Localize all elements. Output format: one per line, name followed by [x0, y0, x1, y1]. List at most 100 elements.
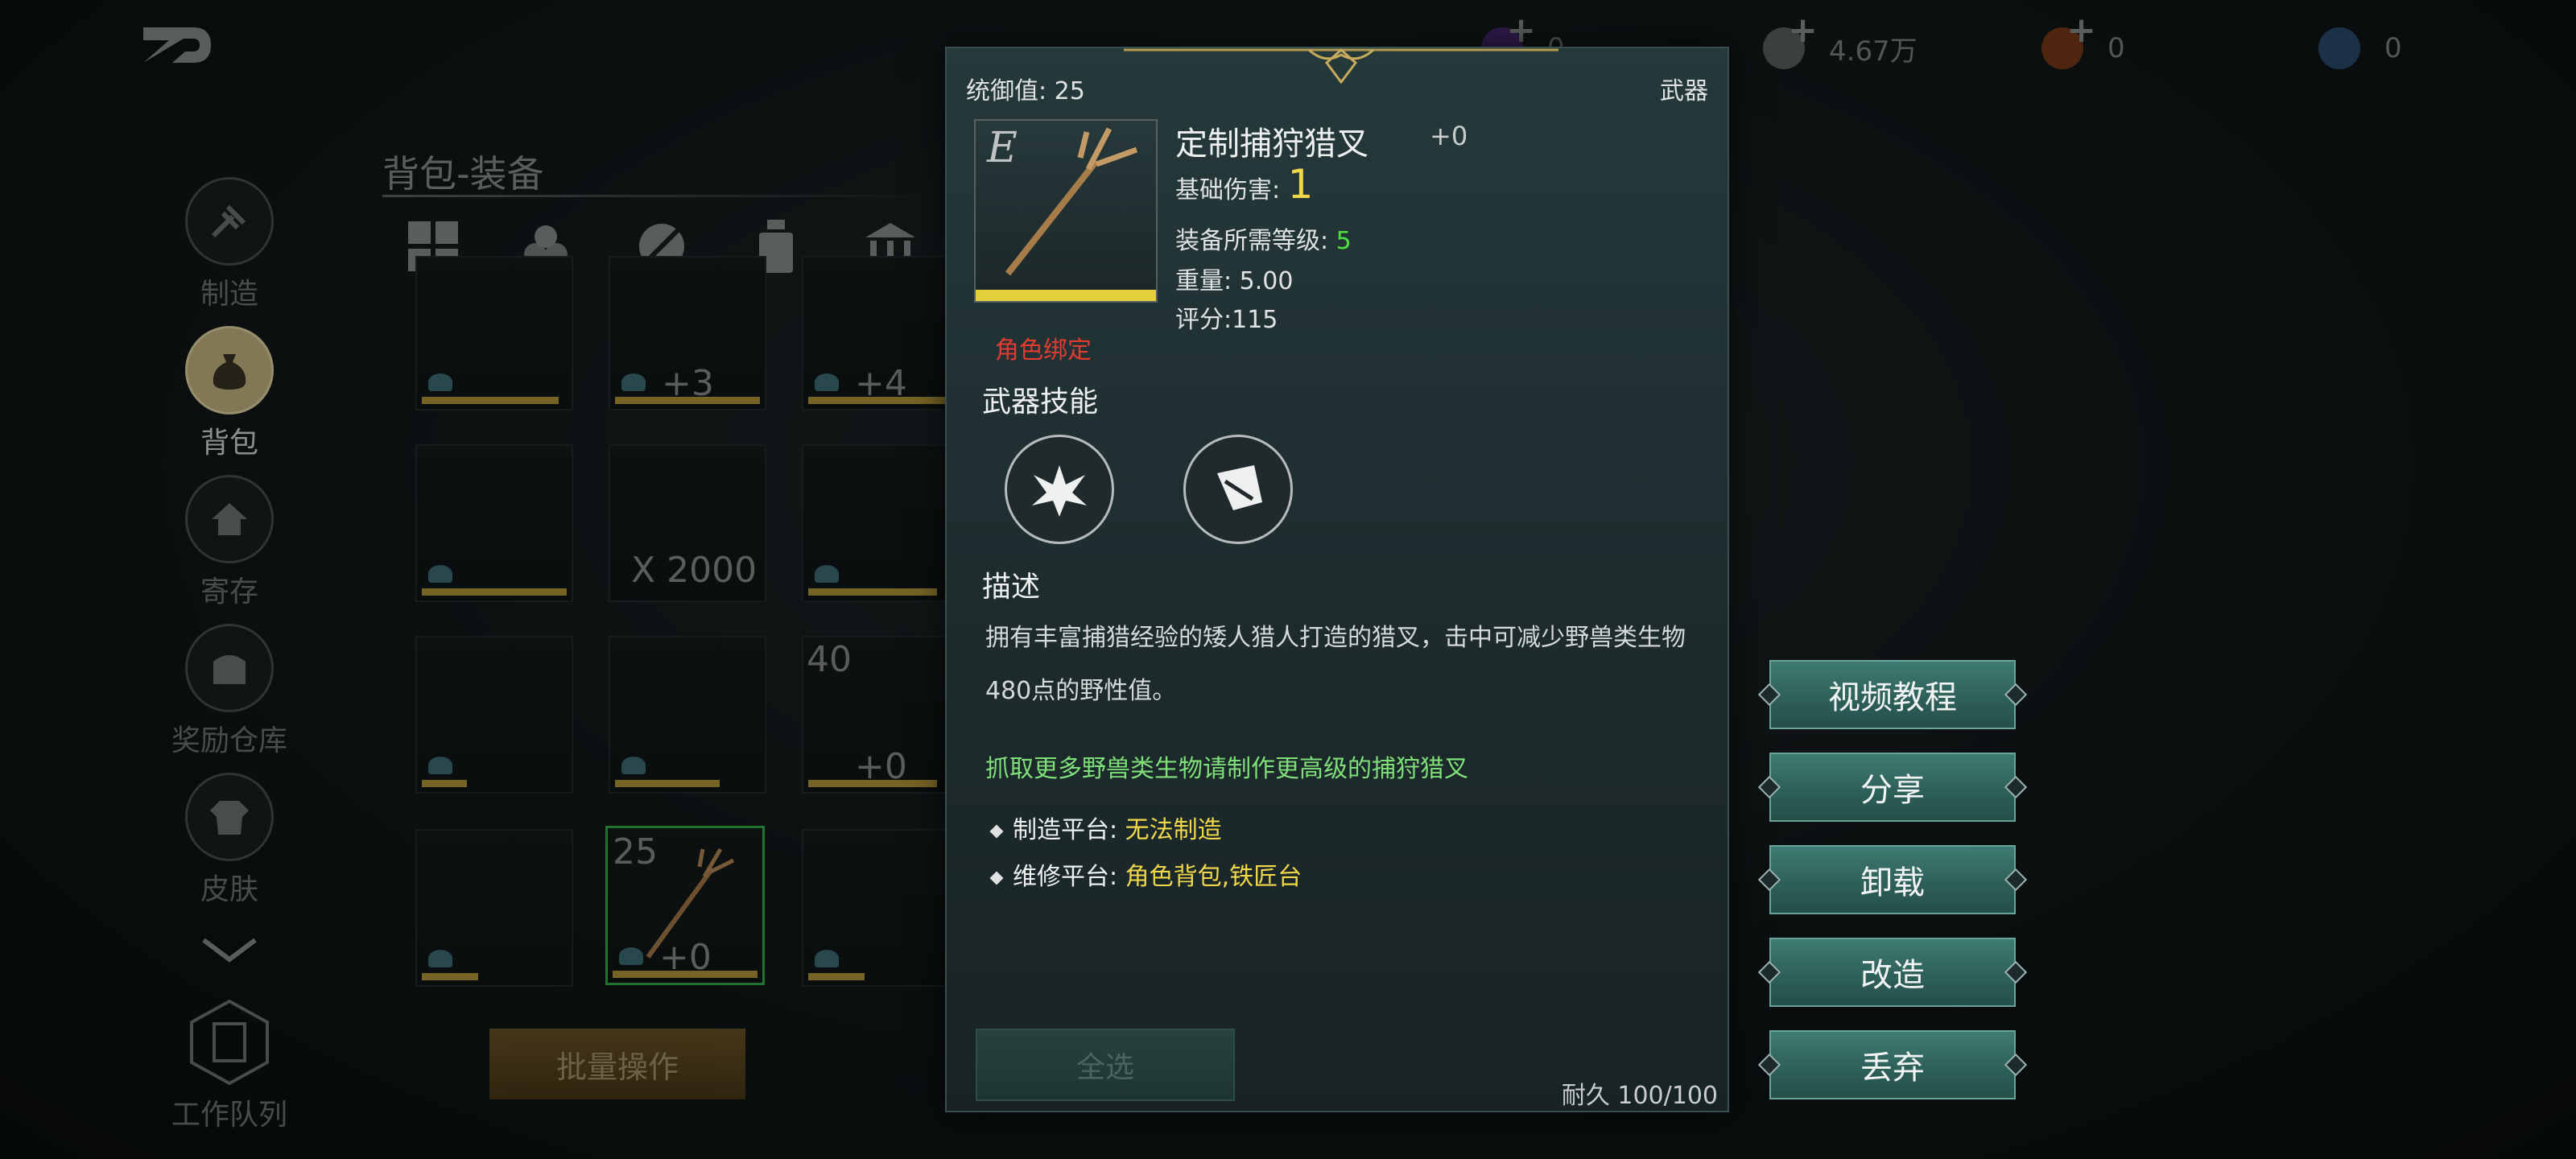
weight: 重量: 5.00 — [1175, 267, 1294, 295]
trident-icon — [1005, 127, 1138, 276]
discard-button[interactable]: 丢弃 — [1769, 1030, 2016, 1099]
item-type: 武器 — [1660, 77, 1708, 105]
inventory-slot[interactable] — [415, 636, 573, 794]
storage-icon — [185, 475, 274, 563]
required-level: 装备所需等级: 5 — [1175, 227, 1352, 255]
nav-label: 皮肤 — [200, 873, 258, 906]
bag-title-underline — [382, 195, 946, 197]
nav-label: 寄存 — [200, 575, 258, 608]
currency-silver[interactable]: + 4.67万 — [1763, 10, 1918, 72]
inventory-slot[interactable]: 40 +0 — [802, 636, 950, 794]
work-queue-icon — [185, 998, 274, 1087]
nav-label: 工作队列 — [171, 1099, 287, 1132]
nav-scroll-down[interactable] — [161, 934, 298, 969]
craft-platform: 制造平台: 无法制造 — [989, 810, 1222, 845]
nav-craft[interactable]: 制造 — [161, 177, 298, 312]
inventory-slot[interactable] — [802, 829, 950, 987]
bind-mark-icon — [815, 373, 839, 391]
bind-mark-icon — [815, 950, 839, 967]
orange-token-icon: + — [2041, 10, 2096, 69]
description-text: 拥有丰富捕猎经验的矮人猎人打造的猎叉，击中可减少野兽类生物480点的野性值。 — [985, 624, 1686, 705]
item-detail-tooltip: 统御值: 25 武器 E 角色绑定 定制捕狩猎叉 +0 基础伤害: 1 装备所需… — [945, 47, 1729, 1112]
ornament-icon — [1124, 47, 1558, 85]
durability-bar — [613, 971, 758, 978]
repair-platform: 维修平台: 角色背包,铁匠台 — [989, 856, 1302, 892]
durability-bar — [615, 780, 720, 787]
durability-bar — [422, 588, 567, 596]
inventory-slot[interactable] — [415, 829, 573, 987]
back-arrow-icon — [143, 27, 211, 63]
nav-label: 奖励仓库 — [171, 724, 287, 757]
select-all-button[interactable]: 全选 — [976, 1029, 1235, 1101]
score: 评分:115 — [1175, 306, 1278, 334]
base-damage: 基础伤害: 1 — [1175, 161, 1314, 208]
hammer-icon — [185, 177, 274, 266]
currency-value: 0 — [2384, 32, 2402, 64]
inventory-slot-selected[interactable]: 25 +0 — [605, 826, 765, 985]
description-title: 描述 — [982, 571, 1041, 604]
weapon-skills-title: 武器技能 — [982, 386, 1099, 419]
bind-mark-icon — [621, 757, 646, 774]
inventory-slot[interactable]: X 2000 — [609, 444, 766, 602]
inventory-slot[interactable] — [415, 444, 573, 602]
slot-count: 40 — [807, 639, 852, 680]
spear-thrust-icon — [1217, 465, 1262, 510]
command-value: 统御值: 25 — [966, 77, 1085, 105]
currency-orange[interactable]: + 0 — [2041, 10, 2125, 72]
inventory-slot[interactable]: +4 — [802, 256, 950, 410]
nav-bag[interactable]: 背包 — [161, 326, 298, 461]
blue-orb-icon — [2318, 27, 2360, 69]
bind-mark-icon — [815, 565, 839, 583]
bind-status: 角色绑定 — [995, 336, 1092, 365]
nav-label: 背包 — [200, 427, 258, 460]
bind-mark-icon — [428, 565, 452, 583]
bind-mark-icon — [621, 373, 646, 391]
durability-bar — [808, 780, 937, 787]
unequip-button[interactable]: 卸载 — [1769, 845, 2016, 914]
bind-mark-icon — [428, 373, 452, 391]
rarity-bar — [976, 290, 1156, 301]
batch-operation-button[interactable]: 批量操作 — [489, 1029, 745, 1099]
durability-bar — [808, 973, 865, 980]
currency-value: 0 — [2107, 32, 2125, 64]
share-button[interactable]: 分享 — [1769, 753, 2016, 822]
currency-blue[interactable]: 0 — [2318, 24, 2402, 72]
modify-button[interactable]: 改造 — [1769, 938, 2016, 1007]
bag-icon — [185, 326, 274, 415]
video-tutorial-button[interactable]: 视频教程 — [1769, 660, 2016, 729]
item-icon-frame: E — [974, 119, 1158, 303]
armor-icon — [185, 773, 274, 861]
durability-bar — [808, 588, 937, 596]
skill-slot[interactable] — [1005, 435, 1114, 544]
back-button[interactable] — [137, 16, 217, 72]
bind-mark-icon — [619, 947, 643, 965]
nav-work-queue[interactable]: 工作队列 — [161, 998, 298, 1133]
slot-quantity: X 2000 — [631, 550, 758, 591]
inventory-slot[interactable] — [802, 444, 950, 602]
chevron-down-icon — [202, 938, 257, 963]
item-name: 定制捕狩猎叉 — [1175, 126, 1368, 163]
durability-bar — [422, 397, 559, 404]
nav-label: 制造 — [200, 278, 258, 311]
bind-mark-icon — [428, 757, 452, 774]
reward-chest-icon — [185, 624, 274, 712]
inventory-slot[interactable] — [609, 636, 766, 794]
durability-bar — [422, 780, 467, 787]
upgrade-hint: 抓取更多野兽类生物请制作更高级的捕狩猎叉 — [985, 755, 1468, 783]
durability-bar — [808, 397, 945, 404]
bind-mark-icon — [428, 950, 452, 967]
inventory-slot[interactable]: +3 — [609, 256, 766, 410]
skill-slot[interactable] — [1183, 435, 1293, 544]
beast-claw-icon — [1032, 465, 1087, 517]
durability-bar — [422, 973, 478, 980]
silver-coin-icon: + — [1763, 10, 1818, 69]
nav-skin[interactable]: 皮肤 — [161, 773, 298, 908]
durability-text: 耐久 100/100 — [1561, 1082, 1718, 1110]
nav-reward-warehouse[interactable]: 奖励仓库 — [161, 624, 298, 759]
item-refine: +0 — [1430, 121, 1468, 151]
inventory-slot[interactable] — [415, 256, 573, 410]
bag-title: 背包-装备 — [382, 152, 544, 196]
durability-bar — [615, 397, 760, 404]
nav-storage[interactable]: 寄存 — [161, 475, 298, 610]
currency-value: 4.67万 — [1829, 35, 1918, 68]
